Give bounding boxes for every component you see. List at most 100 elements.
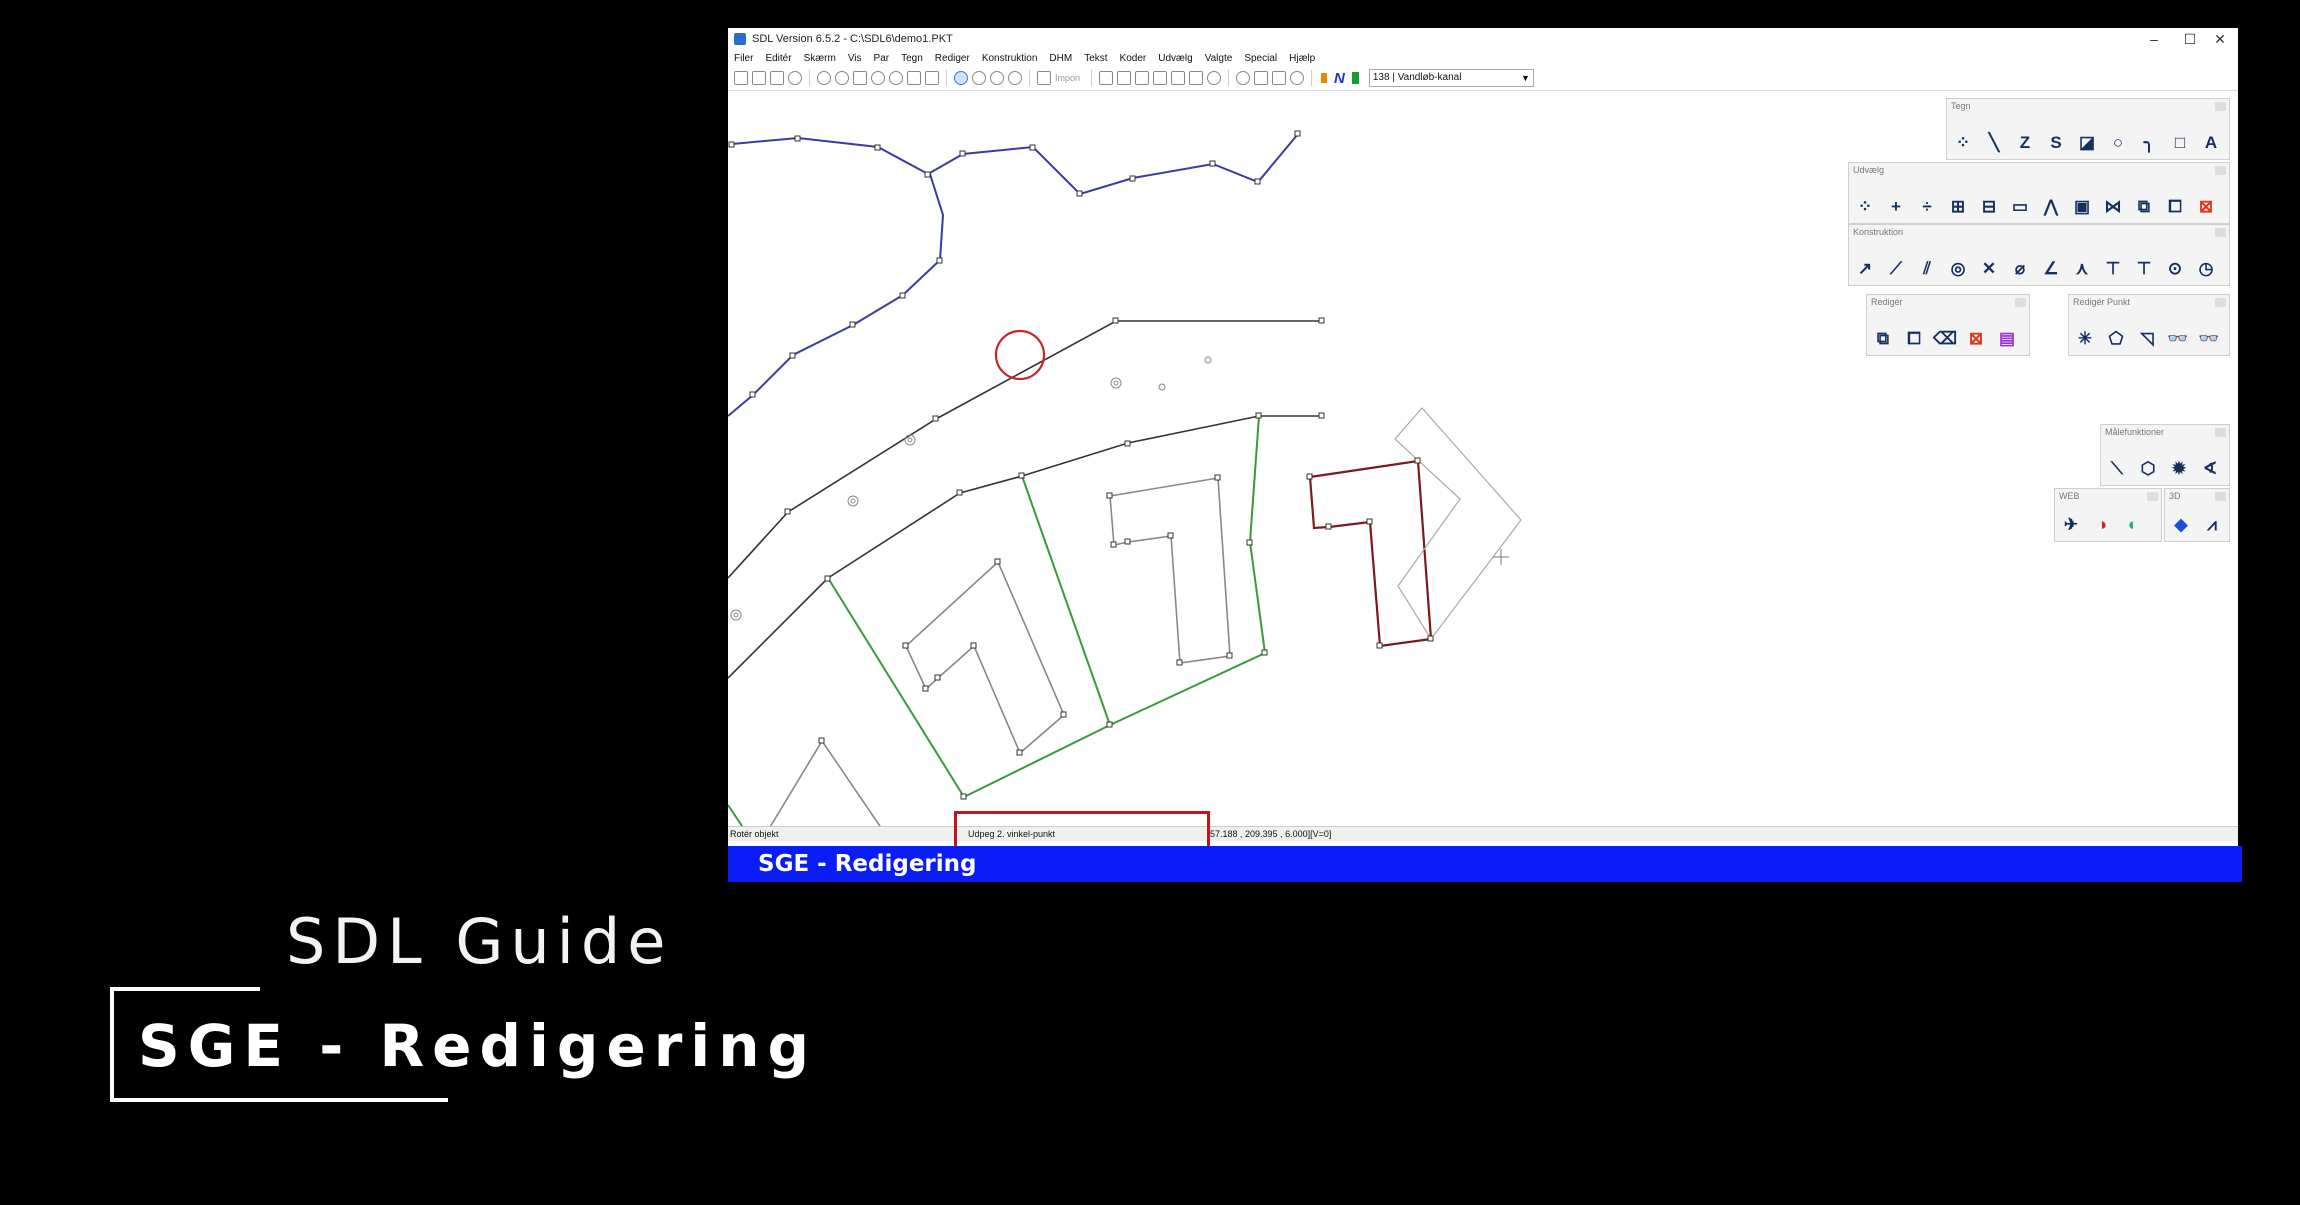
- pen-icon[interactable]: [1117, 71, 1132, 85]
- intersection-icon[interactable]: ✕: [1977, 257, 2001, 281]
- add-icon[interactable]: +: [1884, 195, 1908, 219]
- number-tag-icon[interactable]: ▣: [2070, 195, 2094, 219]
- radius-icon[interactable]: ◷: [2194, 257, 2218, 281]
- edit-shape-icon[interactable]: ⬠: [2104, 327, 2128, 351]
- menu-tegn[interactable]: Tegn: [895, 53, 929, 64]
- center-point-icon[interactable]: ⊙: [2163, 257, 2187, 281]
- copy-outline-icon[interactable]: ⧠: [2163, 195, 2187, 219]
- grid-icon[interactable]: [1171, 71, 1186, 85]
- palette-close-button[interactable]: [2215, 166, 2226, 175]
- select-window-icon[interactable]: ▭: [2008, 195, 2032, 219]
- web-map-icon[interactable]: ✈: [2059, 513, 2083, 537]
- 3d-view-icon[interactable]: ◆: [2169, 513, 2193, 537]
- rectangle-icon[interactable]: □: [2168, 131, 2192, 155]
- mode-4-icon[interactable]: [1008, 71, 1022, 85]
- erase-icon[interactable]: ⌫: [1933, 327, 1957, 351]
- menu-konstruktion[interactable]: Konstruktion: [976, 53, 1044, 64]
- import-label[interactable]: Impon: [1055, 73, 1080, 83]
- find-add-icon[interactable]: 👓: [2197, 327, 2221, 351]
- point-on-line-icon[interactable]: ⟋: [1884, 257, 1908, 281]
- refresh-icon[interactable]: [889, 71, 903, 85]
- select-box-icon[interactable]: ⊞: [1946, 195, 1970, 219]
- perpendicular-end-icon[interactable]: ⊤: [2132, 257, 2156, 281]
- menu-editer[interactable]: Editér: [759, 53, 797, 64]
- globe-icon[interactable]: [1207, 71, 1222, 85]
- tangent-circle-icon[interactable]: ◎: [1946, 257, 1970, 281]
- select-split-icon[interactable]: ⊟: [1977, 195, 2001, 219]
- close-button[interactable]: ✕: [2202, 28, 2238, 50]
- circle-icon[interactable]: ○: [2106, 131, 2130, 155]
- text-icon[interactable]: A: [2199, 131, 2223, 155]
- palette-close-button[interactable]: [2215, 298, 2226, 307]
- import-icon[interactable]: [1037, 71, 1051, 85]
- 3d-profile-icon[interactable]: ⩘: [2200, 513, 2224, 537]
- web-layer-icon[interactable]: ◑: [2090, 513, 2114, 537]
- palette-close-button[interactable]: [2215, 492, 2226, 501]
- back-arrow-icon[interactable]: [907, 71, 921, 85]
- arc-icon[interactable]: ╮: [2137, 131, 2161, 155]
- menu-special[interactable]: Special: [1238, 53, 1283, 64]
- delete-object-icon[interactable]: ⊠: [1964, 327, 1988, 351]
- measure-angle-icon[interactable]: ∢: [2198, 457, 2222, 481]
- perpendicular-icon[interactable]: ⊤: [2101, 257, 2125, 281]
- mode-2-icon[interactable]: [972, 71, 986, 85]
- curve-icon[interactable]: S: [2044, 131, 2068, 155]
- extend-icon[interactable]: ↗: [1853, 257, 1877, 281]
- web-globe-icon[interactable]: ◐: [2121, 513, 2145, 537]
- menu-vis[interactable]: Vis: [842, 53, 868, 64]
- palette-close-button[interactable]: [2215, 102, 2226, 111]
- find-point-icon[interactable]: 👓: [2166, 327, 2190, 351]
- book-icon[interactable]: [1272, 71, 1287, 85]
- select-line-icon[interactable]: ⋀: [2039, 195, 2063, 219]
- zoom-out-icon[interactable]: [835, 71, 849, 85]
- fill-icon[interactable]: ◪: [2075, 131, 2099, 155]
- square-icon[interactable]: [1189, 71, 1204, 85]
- menu-hjaelp[interactable]: Hjælp: [1283, 53, 1321, 64]
- menu-par[interactable]: Par: [868, 53, 896, 64]
- palette-close-button[interactable]: [2215, 228, 2226, 237]
- layer-select[interactable]: 138 | Vandløb-kanal ▼: [1368, 69, 1534, 87]
- copy-object-icon[interactable]: ⧠: [1902, 327, 1926, 351]
- forward-arrow-icon[interactable]: [925, 71, 939, 85]
- save-icon[interactable]: [770, 71, 784, 85]
- bisector-icon[interactable]: ⋏: [2070, 257, 2094, 281]
- zoom-in-icon[interactable]: [817, 71, 831, 85]
- select-points-icon[interactable]: ⁘: [1853, 195, 1877, 219]
- select-chain-icon[interactable]: ⋈: [2101, 195, 2125, 219]
- menu-valgte[interactable]: Valgte: [1199, 53, 1239, 64]
- points-icon[interactable]: ⁘: [1951, 131, 1975, 155]
- info-icon[interactable]: [788, 71, 802, 85]
- polyline-icon[interactable]: Z: [2013, 131, 2037, 155]
- check-icon[interactable]: [1099, 71, 1114, 85]
- palette-close-button[interactable]: [2215, 428, 2226, 437]
- document-icon[interactable]: [1254, 71, 1269, 85]
- measure-distance-icon[interactable]: ⟍: [2105, 457, 2129, 481]
- open-file-icon[interactable]: [752, 71, 766, 85]
- copy-objects-icon[interactable]: ⧉: [2132, 195, 2156, 219]
- color-green-icon[interactable]: [1351, 72, 1359, 84]
- drawing-canvas[interactable]: Tegn ⁘ ╲ Z S ◪ ○ ╮ □ A Udvælg ⁘ + ÷ ⊞ ⊟ …: [727, 90, 2238, 914]
- menu-tekst[interactable]: Tekst: [1078, 53, 1113, 64]
- settings-gear-icon[interactable]: [1290, 71, 1305, 85]
- minimize-button[interactable]: –: [2136, 28, 2172, 50]
- pencil-icon[interactable]: [1153, 71, 1168, 85]
- mode-3-icon[interactable]: [990, 71, 1004, 85]
- angle-icon[interactable]: ∠: [2039, 257, 2063, 281]
- menu-filer[interactable]: Filer: [728, 53, 759, 64]
- move-object-icon[interactable]: ⧉: [1871, 327, 1895, 351]
- mode-1-icon[interactable]: [954, 71, 968, 85]
- menu-koder[interactable]: Koder: [1114, 53, 1153, 64]
- line-style-icon[interactable]: N: [1334, 70, 1345, 87]
- measure-area-icon[interactable]: ⬡: [2136, 457, 2160, 481]
- color-orange-icon[interactable]: [1321, 73, 1328, 83]
- measure-region-icon[interactable]: ✹: [2167, 457, 2191, 481]
- diameter-icon[interactable]: ⌀: [2008, 257, 2032, 281]
- menu-rediger[interactable]: Rediger: [929, 53, 976, 64]
- edit-corner-icon[interactable]: ◹: [2135, 327, 2159, 351]
- check-box-icon[interactable]: [1135, 71, 1150, 85]
- offset-line-icon[interactable]: ⫽: [1915, 257, 1939, 281]
- new-file-icon[interactable]: [734, 71, 748, 85]
- line-icon[interactable]: ╲: [1982, 131, 2006, 155]
- renumber-icon[interactable]: ▤: [1995, 327, 2019, 351]
- pan-hand-icon[interactable]: [853, 71, 867, 85]
